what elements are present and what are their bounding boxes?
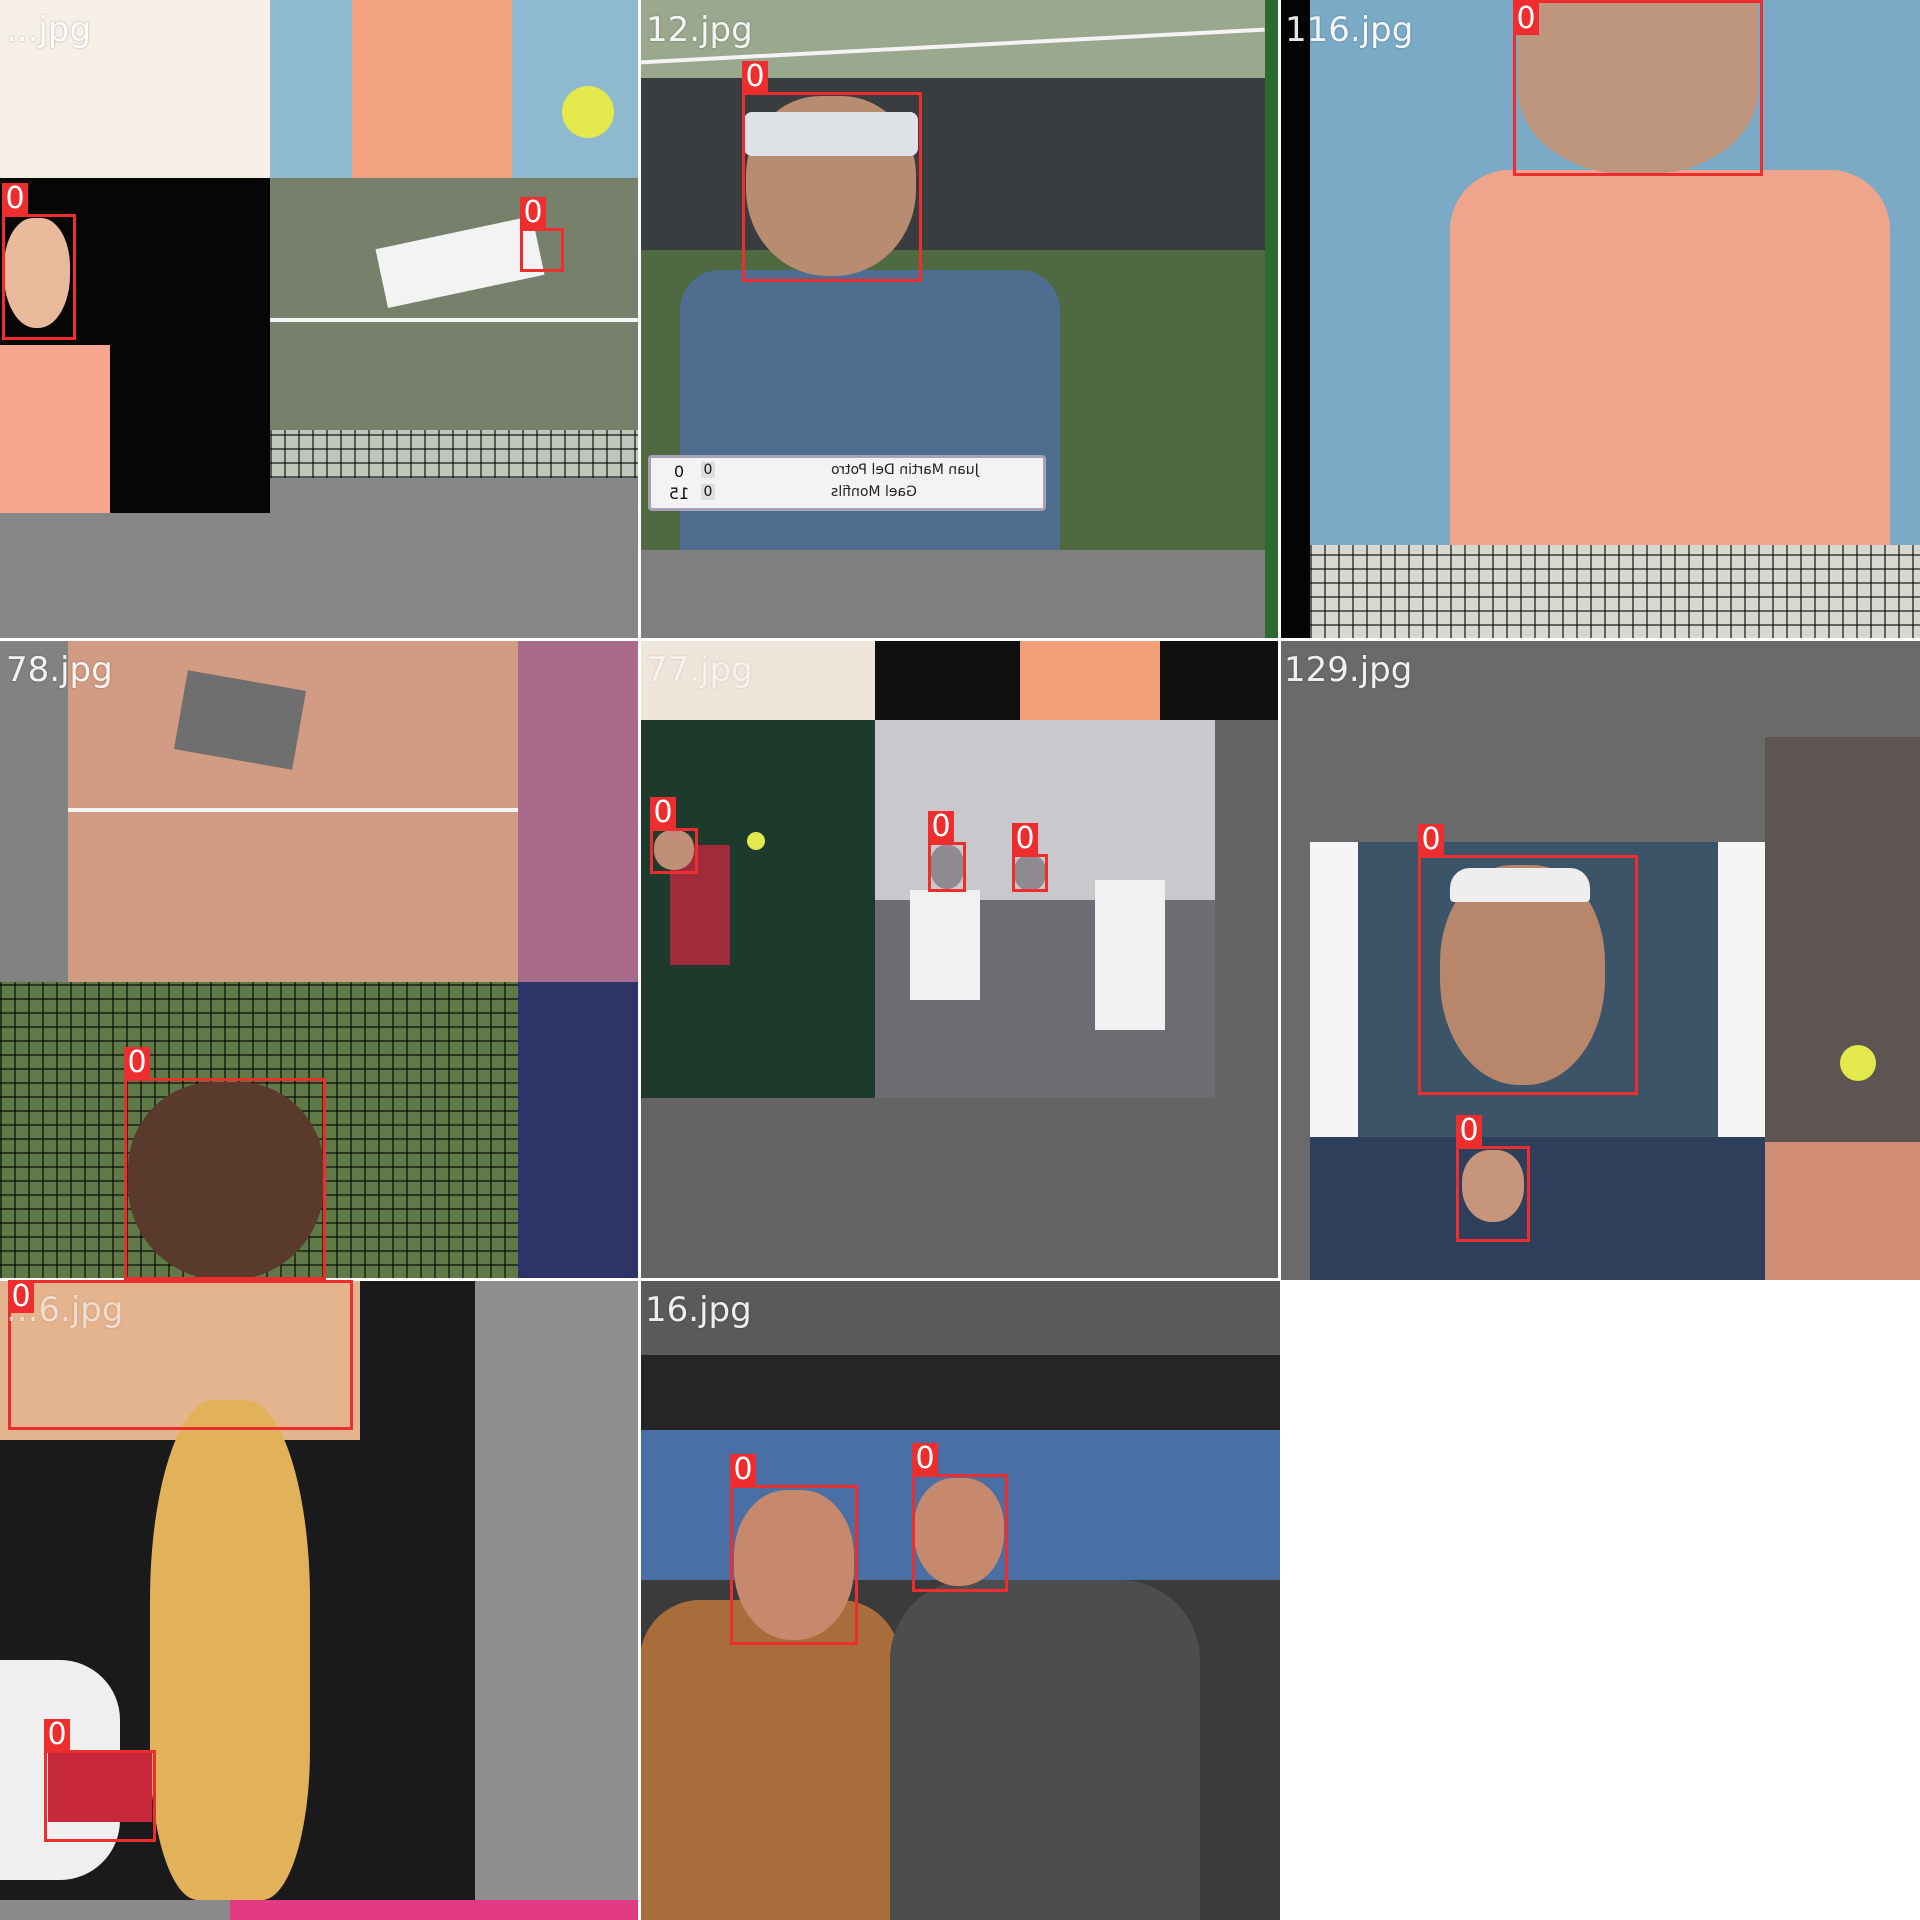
tennis-ball [562,86,614,138]
booth-ceiling [640,1355,1280,1430]
image-tile[interactable]: 0 0 129.jpg [1280,640,1920,1280]
blonde-hair [150,1400,310,1900]
player-body [1095,880,1165,1030]
letterbox [0,513,270,640]
player-body [910,890,980,1000]
image-patch [518,640,640,982]
tile-filename: 129.jpg [1284,650,1413,690]
crowd [640,78,1265,278]
letterbox [640,550,1265,640]
shirt-patch [0,345,110,513]
image-tile[interactable]: 0 0 Juan Martin Del Potro 15 0 Gael Monf… [640,0,1280,640]
detection-label: 0 [2,183,28,215]
detection-label: 0 [730,1454,756,1486]
detection-box[interactable]: 0 [44,1719,156,1842]
detection-label: 0 [1012,823,1038,855]
letterbox [0,640,68,982]
image-tile[interactable]: 0 0 16.jpg [640,1280,1280,1920]
detection-box[interactable]: 0 [928,811,966,892]
detection-label: 0 [928,811,954,843]
image-tile[interactable]: 0 78.jpg [0,640,640,1280]
detection-box[interactable]: 0 [742,61,922,282]
p2-points: 15 [668,484,690,503]
jacket [640,1600,900,1920]
detection-label: 0 [912,1443,938,1475]
detection-box[interactable]: 0 [912,1443,1008,1592]
p1-points: 0 [673,462,685,481]
court-line [68,808,518,812]
detection-box[interactable]: 0 [520,197,564,272]
detection-box[interactable]: 0 [1012,823,1048,892]
detection-label: 0 [1456,1115,1482,1147]
detection-box[interactable]: 0 [650,797,698,874]
tennis-ball [747,832,765,850]
detection-label: 0 [650,797,676,829]
detection-box[interactable]: 0 [1513,0,1763,176]
tile-filename: 12.jpg [646,10,753,50]
detection-label: 0 [1513,3,1539,35]
tennis-net [270,430,640,478]
image-tile[interactable]: 0 0 0 77.jpg [640,640,1280,1280]
image-tile[interactable]: 0 116.jpg [1280,0,1920,640]
image-patch [518,982,640,1280]
detection-label: 0 [520,197,546,229]
grid-divider [0,638,1920,641]
image-patch [230,1900,640,1920]
court-line [270,318,640,322]
image-patch [1310,1137,1765,1280]
mosaic-grid: 0 0 ...jpg 0 0 Juan Martin Del Potro 15 … [0,0,1920,1920]
p1-games: 0 [701,462,715,478]
grid-divider [638,0,641,1920]
letterbox [270,478,640,640]
player-shirt [1450,170,1890,545]
detection-label: 0 [44,1719,70,1751]
tshirt [890,1580,1200,1920]
image-patch [1765,737,1920,1142]
shirt-patch [352,0,512,178]
detection-label: 0 [742,61,768,93]
image-tile[interactable]: 0 0 ...6.jpg [0,1280,640,1920]
detection-label: 0 [124,1047,150,1079]
detection-label: 0 [1418,824,1444,856]
player1-name: Juan Martin Del Potro [831,462,979,478]
tennis-ball [1840,1045,1876,1081]
detection-box[interactable]: 0 [2,183,76,340]
shirt-patch [1020,640,1160,720]
scoreboard: 0 0 Juan Martin Del Potro 15 0 Gael Monf… [648,455,1046,511]
tile-filename: ...6.jpg [6,1290,124,1330]
tile-filename: 77.jpg [646,650,753,690]
tile-filename: 78.jpg [6,650,113,690]
p2-games: 0 [701,484,715,500]
tile-filename: 16.jpg [645,1290,752,1330]
tennis-net [1310,545,1920,640]
detection-box[interactable]: 0 [1418,824,1638,1095]
letterbox [475,1280,640,1900]
player2-name: Gael Monfils [831,484,917,500]
detection-box[interactable]: 0 [730,1454,858,1645]
detection-box[interactable]: 0 [124,1047,326,1280]
image-patch [1280,0,1310,640]
tile-filename: ...jpg [6,10,92,50]
image-patch [1765,1142,1920,1280]
image-tile[interactable]: 0 0 ...jpg [0,0,640,640]
detection-box[interactable]: 0 [1456,1115,1530,1242]
tile-filename: 116.jpg [1285,10,1414,50]
